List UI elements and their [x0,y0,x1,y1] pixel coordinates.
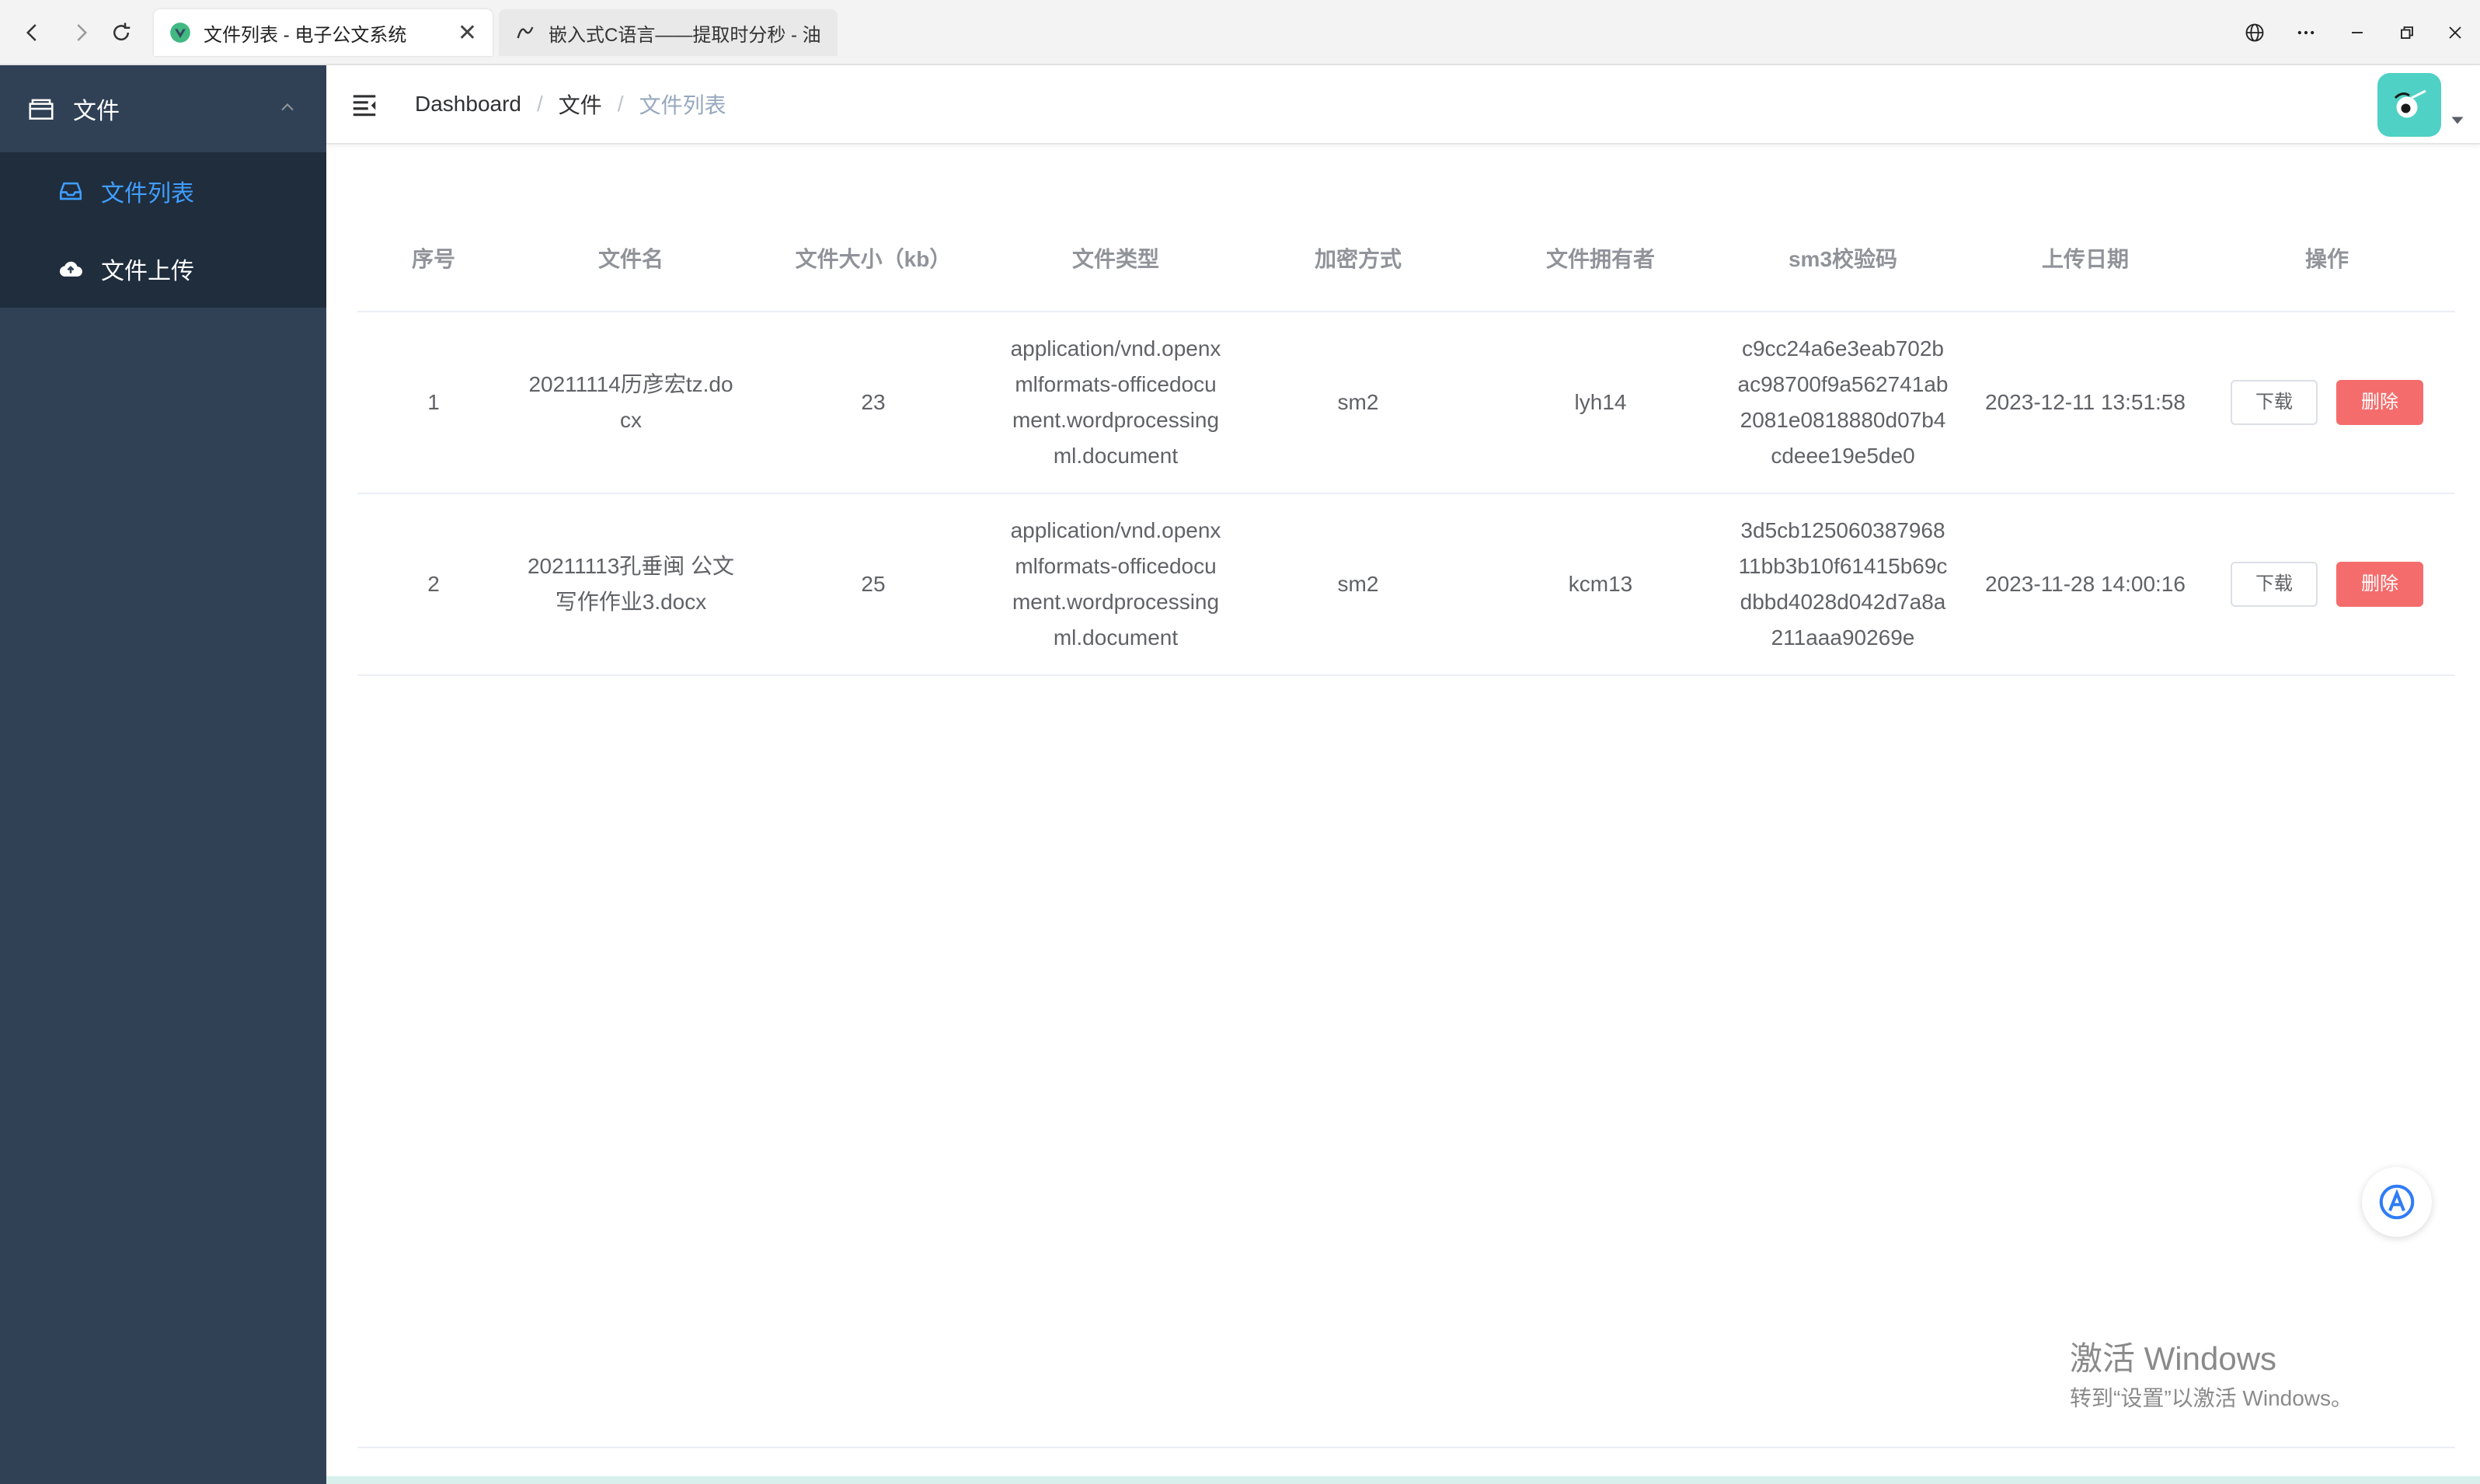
cell-index: 2 [427,572,440,596]
cell-owner: lyh14 [1574,390,1627,414]
cell-actions: 下载 删除 [2207,380,2447,425]
table-header: 序号 文件名 文件大小（kb） 文件类型 加密方式 文件拥有者 sm3校验码 上… [357,205,2455,312]
main-content: Dashboard / 文件 / 文件列表 序号 文件名 文件大小（kb） 文件… [326,65,2480,1484]
folder-icon [29,99,54,120]
cell-actions: 下载 删除 [2207,562,2447,607]
close-icon [2449,26,2461,39]
restore-icon [2401,26,2413,39]
breadcrumb-separator: / [536,92,543,116]
table-row: 1 20211114历彦宏tz.docx 23 application/vnd.… [357,312,2455,494]
tab-title: 文件列表 - 电子公文系统 [204,24,407,46]
sidebar-group-files[interactable]: 文件 [0,65,326,152]
sidebar-group-label: 文件 [73,99,120,124]
browser-titlebar: 文件列表 - 电子公文系统 ✕ 嵌入式C语言——提取时分秒 - 油墨 [0,0,2480,65]
cell-sm3: 3d5cb12506038796811bb3b10f61415b69cdbbd4… [1738,518,1948,650]
cell-filesize: 25 [861,572,886,596]
cell-encryption: sm2 [1337,572,1379,596]
avatar[interactable] [2377,73,2441,137]
top-navbar: Dashboard / 文件 / 文件列表 [326,65,2480,145]
breadcrumb: Dashboard / 文件 / 文件列表 [415,89,726,120]
header-upload-date: 上传日期 [2041,247,2129,271]
tab-title: 嵌入式C语言——提取时分秒 - 油墨 [549,24,822,46]
reload-button[interactable] [103,14,140,51]
sidebar-submenu: 文件列表 文件上传 [0,152,326,308]
tab-embedded-c[interactable]: 嵌入式C语言——提取时分秒 - 油墨 [499,9,838,56]
assistant-icon [2379,1184,2415,1220]
chevron-up-icon [281,103,294,111]
inbox-icon [59,182,82,200]
cell-encryption: sm2 [1337,390,1379,414]
tab-file-list[interactable]: 文件列表 - 电子公文系统 ✕ [154,9,493,56]
breadcrumb-dashboard[interactable]: Dashboard [415,92,521,117]
cell-index: 1 [427,390,440,414]
watermark-title: 激活 Windows [2070,1340,2277,1377]
cell-sm3: c9cc24a6e3eab702bac98700f9a562741ab2081e… [1737,336,1949,468]
globe-icon [2245,23,2264,42]
back-button[interactable] [14,14,51,51]
minimize-icon [2352,32,2363,33]
delete-button[interactable]: 删除 [2336,380,2423,425]
sidebar-item-file-list[interactable]: 文件列表 [0,152,326,230]
cloud-upload-icon [59,261,82,277]
assistant-float-button[interactable] [2362,1167,2432,1237]
cell-upload-date: 2023-11-28 14:00:16 [1985,572,2186,596]
file-table: 序号 文件名 文件大小（kb） 文件类型 加密方式 文件拥有者 sm3校验码 上… [357,205,2455,676]
breadcrumb-files[interactable]: 文件 [559,89,602,120]
watermark-subtitle: 转到“设置”以激活 Windows。 [2070,1386,2353,1410]
cell-upload-date: 2023-12-11 13:51:58 [1985,390,2186,414]
header-owner: 文件拥有者 [1545,247,1655,271]
minimize-button[interactable] [2337,14,2377,51]
delete-button[interactable]: 删除 [2336,562,2423,607]
header-actions: 操作 [2304,247,2349,271]
table-row: 2 20211113孔垂闽 公文写作作业3.docx 25 applicatio… [357,494,2455,676]
breadcrumb-separator: / [617,92,624,116]
header-sm3: sm3校验码 [1788,247,1898,271]
windows-activation-watermark: 激活 Windows 转到“设置”以激活 Windows。 [2070,1338,2353,1414]
bottom-strip [326,1476,2480,1484]
header-filetype: 文件类型 [1071,247,1159,271]
translate-button[interactable] [2234,14,2275,51]
cell-filename: 20211113孔垂闽 公文写作作业3.docx [527,554,735,614]
cell-owner: kcm13 [1568,572,1633,596]
download-button[interactable]: 下载 [2231,562,2318,607]
sidebar-item-file-upload[interactable]: 文件上传 [0,230,326,308]
forward-button[interactable] [62,14,99,51]
table-bottom-divider [357,1447,2455,1448]
header-filesize: 文件大小（kb） [795,247,952,271]
reload-icon [113,23,131,41]
arrow-left-icon [26,24,37,41]
cell-filetype: application/vnd.openxmlformats-officedoc… [1010,518,1221,650]
user-avatar-icon [2394,89,2426,118]
arrow-right-icon [77,24,88,41]
more-dots-icon [2297,30,2315,35]
download-button[interactable]: 下载 [2231,380,2318,425]
sidebar: 文件 文件列表 文件上传 [0,65,326,1484]
ink-favicon-icon [517,26,534,39]
cell-filetype: application/vnd.openxmlformats-officedoc… [1010,336,1221,468]
cell-filename: 20211114历彦宏tz.docx [528,372,733,432]
more-button[interactable] [2286,14,2326,51]
hamburger-menu-icon[interactable] [350,90,379,120]
breadcrumb-file-list: 文件列表 [639,93,726,117]
close-tab-icon[interactable]: ✕ [458,19,477,47]
close-window-button[interactable] [2435,14,2475,51]
cell-filesize: 23 [861,390,886,414]
header-index: 序号 [411,247,455,271]
header-filename: 文件名 [597,247,664,271]
vue-favicon-icon [170,23,190,43]
header-encryption: 加密方式 [1314,247,1402,271]
sidebar-item-label: 文件上传 [101,259,194,284]
restore-button[interactable] [2387,14,2427,51]
caret-down-icon[interactable] [2450,113,2464,127]
sidebar-item-label: 文件列表 [101,181,194,207]
